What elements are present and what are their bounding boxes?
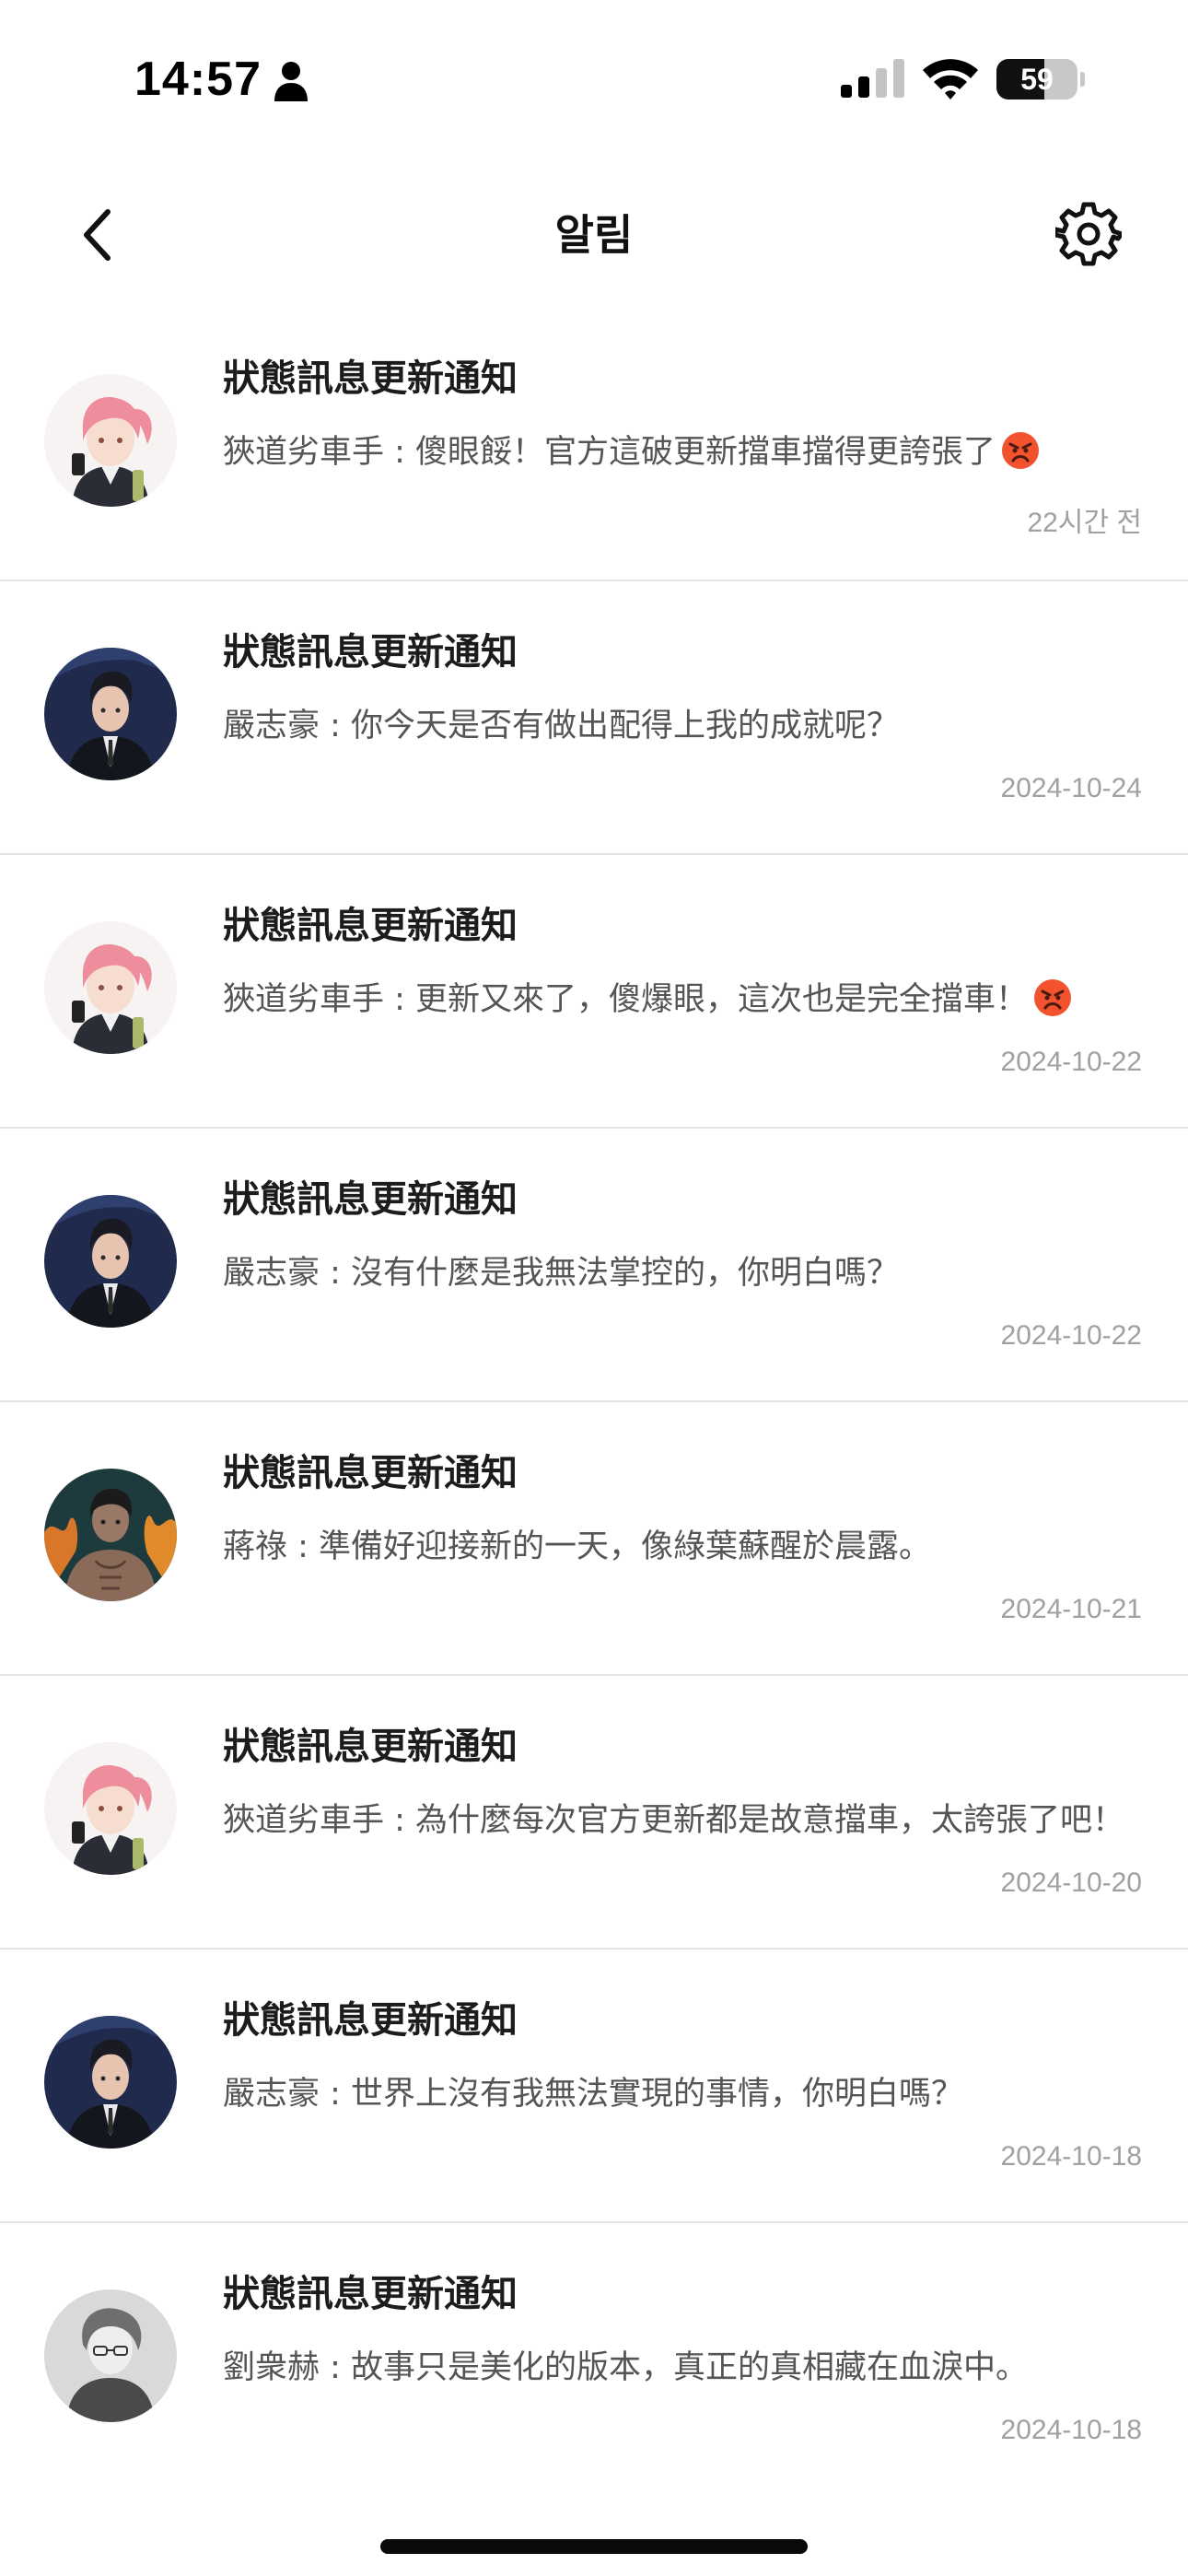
notification-message: 狹道劣車手 : 傻眼餒！官方這破更新擋車擋得更誇張了 — [223, 426, 1153, 473]
avatar — [44, 2289, 177, 2422]
battery-level: 59 — [1020, 63, 1054, 96]
notification-message: 嚴志豪 : 你今天是否有做出配得上我的成就呢？ — [223, 708, 900, 744]
notification-item[interactable]: 狀態訊息更新通知 狹道劣車手 : 傻眼餒！官方這破更新擋車擋得更誇張了 22시간… — [0, 308, 1188, 581]
avatar — [44, 1742, 177, 1875]
battery-icon: 59 — [996, 59, 1085, 100]
angry-face-icon — [1002, 432, 1040, 469]
notification-message: 嚴志豪 : 世界上沒有我無法實現的事情，你明白嗎？ — [223, 2076, 964, 2113]
notification-title: 狀態訊息更新通知 — [223, 631, 518, 673]
notification-item[interactable]: 狀態訊息更新通知 蔣祿 : 準備好迎接新的一天，像綠葉蘇醒於晨露。 2024-1… — [0, 1402, 1188, 1676]
notification-title: 狀態訊息更新通知 — [223, 1178, 518, 1221]
pink-hair-girl-avatar-icon — [44, 1742, 177, 1875]
notification-item[interactable]: 狀態訊息更新通知 嚴志豪 : 世界上沒有我無法實現的事情，你明白嗎？ 2024-… — [0, 1950, 1188, 2223]
avatar — [44, 1469, 177, 1601]
notification-message: 嚴志豪 : 沒有什麼是我無法掌控的，你明白嗎？ — [223, 1255, 900, 1292]
notification-title: 狀態訊息更新通知 — [223, 2273, 518, 2315]
avatar — [44, 2016, 177, 2149]
notification-item[interactable]: 狀態訊息更新通知 嚴志豪 : 你今天是否有做出配得上我的成就呢？ 2024-10… — [0, 581, 1188, 855]
avatar — [44, 374, 177, 507]
dark-suit-man-avatar-icon — [44, 1195, 177, 1328]
dark-suit-man-avatar-icon — [44, 648, 177, 780]
cellular-signal-icon — [841, 59, 904, 98]
angry-face-icon — [1034, 979, 1072, 1016]
notification-title: 狀態訊息更新通知 — [223, 1726, 518, 1768]
notification-title: 狀態訊息更新通知 — [223, 905, 518, 947]
notification-title: 狀態訊息更新通知 — [223, 1999, 518, 2042]
notification-item[interactable]: 狀態訊息更新通知 狹道劣車手 : 為什麼每次官方更新都是故意擋車，太誇張了吧！ … — [0, 1676, 1188, 1950]
wifi-icon — [923, 59, 978, 100]
grey-sketch-man-avatar-icon — [44, 2289, 177, 2422]
notification-time: 2024-10-22 — [1000, 1047, 1142, 1077]
message-text: 狹道劣車手 : 傻眼餒！官方這破更新擋車擋得更誇張了 — [223, 434, 996, 471]
avatar — [44, 1195, 177, 1328]
page-title: 알림 — [554, 210, 634, 260]
dark-suit-man-avatar-icon — [44, 2016, 177, 2149]
home-indicator[interactable] — [380, 2539, 808, 2554]
notification-time: 2024-10-20 — [1000, 1868, 1142, 1898]
pink-hair-girl-avatar-icon — [44, 921, 177, 1054]
notification-title: 狀態訊息更新通知 — [223, 357, 518, 400]
battery-cap — [1080, 72, 1085, 87]
notification-time: 2024-10-18 — [1000, 2141, 1142, 2172]
notification-item[interactable]: 狀態訊息更新通知 嚴志豪 : 沒有什麼是我無法掌控的，你明白嗎？ 2024-10… — [0, 1129, 1188, 1402]
notification-time: 2024-10-24 — [1000, 773, 1142, 803]
battery-body: 59 — [996, 59, 1077, 100]
notification-title: 狀態訊息更新通知 — [223, 1452, 518, 1494]
notification-time: 2024-10-21 — [1000, 1594, 1142, 1624]
status-time: 14:57 — [134, 53, 262, 106]
notification-time: 22시간 전 — [1027, 508, 1142, 538]
pink-hair-girl-avatar-icon — [44, 374, 177, 507]
notification-message: 劉衆赫 : 故事只是美化的版本，真正的真相藏在血淚中。 — [223, 2349, 1029, 2386]
avatar — [44, 648, 177, 780]
person-icon — [274, 62, 308, 101]
muscular-man-fire-avatar-icon — [44, 1469, 177, 1601]
notification-item[interactable]: 狀態訊息更新通知 狹道劣車手 : 更新又來了，傻爆眼，這次也是完全擋車！ 202… — [0, 855, 1188, 1129]
status-bar: 14:57 59 — [0, 0, 1188, 157]
message-text: 狹道劣車手 : 更新又來了，傻爆眼，這次也是完全擋車！ — [223, 981, 1029, 1018]
notification-item[interactable]: 狀態訊息更新通知 劉衆赫 : 故事只是美化的版本，真正的真相藏在血淚中。 202… — [0, 2223, 1188, 2497]
notifications-screen: 14:57 59 알림 狀態訊息更新通知 狹道劣車手: 傻眼餒！官方這破更新擋… — [0, 0, 1188, 2576]
notification-message: 狹道劣車手 : 更新又來了，傻爆眼，這次也是完全擋車！ — [223, 973, 1153, 1020]
notification-list: 狀態訊息更新通知 狹道劣車手 : 傻眼餒！官方這破更新擋車擋得更誇張了 22시간… — [0, 308, 1188, 2497]
gear-icon[interactable] — [1055, 201, 1122, 267]
notification-time: 2024-10-18 — [1000, 2415, 1142, 2445]
avatar — [44, 921, 177, 1054]
notification-message: 狹道劣車手 : 為什麼每次官方更新都是故意擋車，太誇張了吧！ — [223, 1802, 1125, 1839]
notification-message: 蔣祿 : 準備好迎接新的一天，像綠葉蘇醒於晨露。 — [223, 1528, 932, 1565]
notification-time: 2024-10-22 — [1000, 1320, 1142, 1351]
header: 알림 — [0, 175, 1188, 295]
